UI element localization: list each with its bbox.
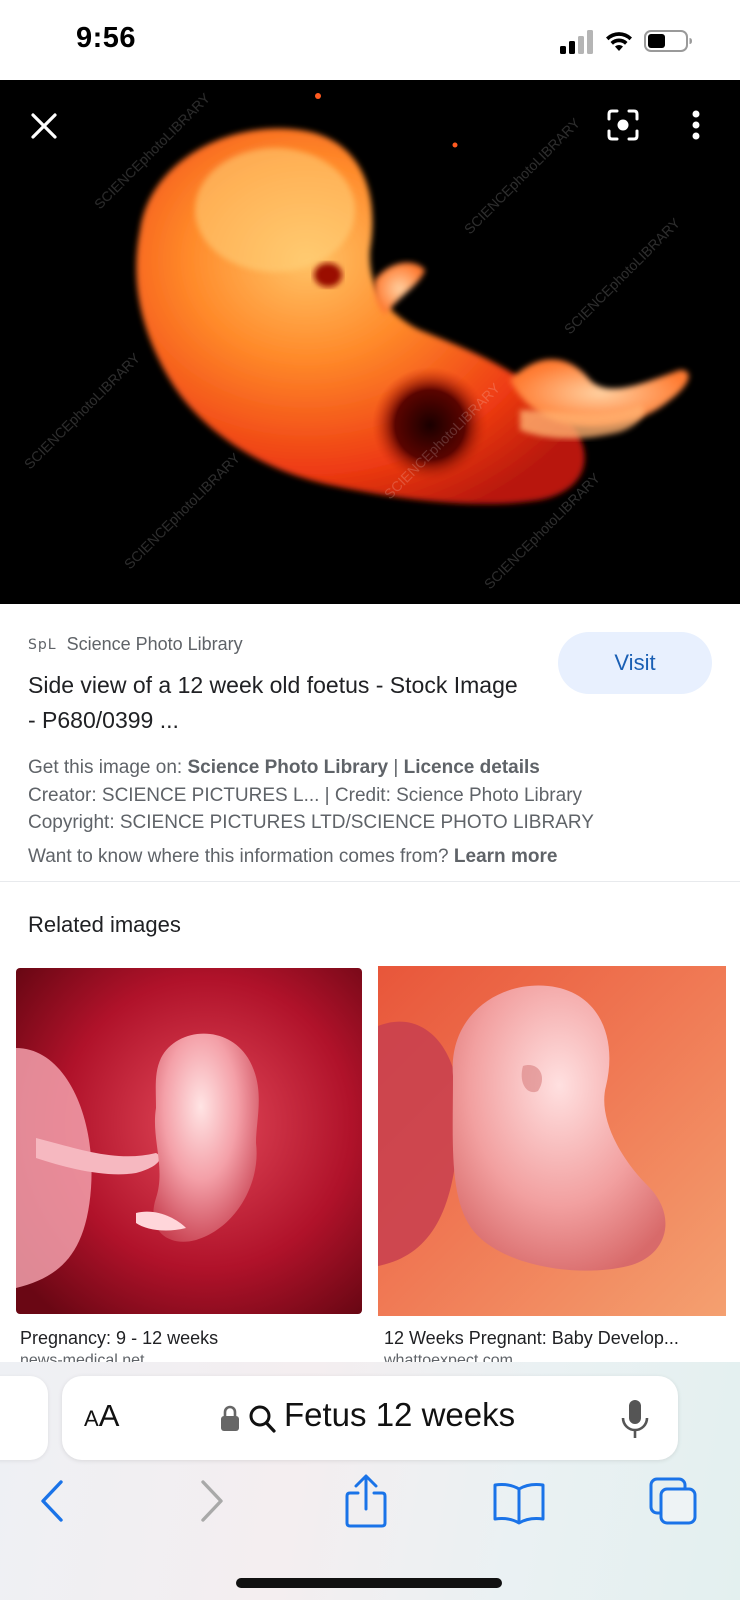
close-button[interactable]	[22, 104, 66, 148]
image-title[interactable]: Side view of a 12 week old foetus - Stoc…	[28, 668, 528, 738]
tabs-button[interactable]	[646, 1474, 700, 1528]
get-image-source-link[interactable]: Science Photo Library	[187, 757, 388, 778]
copyright-line: Copyright: SCIENCE PICTURES LTD/SCIENCE …	[28, 812, 594, 833]
bookmarks-button[interactable]	[490, 1478, 548, 1528]
tabs-icon	[649, 1477, 697, 1525]
previous-tab-peek[interactable]	[0, 1376, 48, 1460]
related-image-1[interactable]	[16, 968, 362, 1314]
source-logo: SpL	[28, 636, 57, 653]
google-lens-icon	[607, 109, 639, 141]
related-thumbnail-2	[378, 966, 726, 1316]
search-icon	[249, 1405, 276, 1433]
text-size-button[interactable]: AA	[84, 1398, 119, 1434]
forward-button[interactable]	[190, 1474, 234, 1528]
battery-icon	[644, 30, 692, 52]
image-metadata: Get this image on: Science Photo Library…	[28, 754, 728, 870]
get-image-line: Get this image on: Science Photo Library…	[28, 754, 728, 782]
creator-line: Creator: SCIENCE PICTURES L... | Credit:…	[28, 784, 583, 806]
related-caption-1[interactable]: Pregnancy: 9 - 12 weeks	[20, 1328, 218, 1349]
share-icon	[345, 1474, 387, 1528]
image-info-panel: SpL Science Photo Library Visit Side vie…	[0, 604, 740, 882]
cellular-signal-icon	[560, 30, 593, 54]
source-row[interactable]: SpL Science Photo Library	[28, 634, 243, 655]
google-lens-button[interactable]	[600, 102, 646, 148]
microphone-icon[interactable]	[620, 1398, 650, 1440]
related-image-2[interactable]	[378, 966, 726, 1316]
image-viewer[interactable]: SCIENCEphotoLIBRARY SCIENCEphotoLIBRARY …	[0, 80, 740, 604]
status-time: 9:56	[76, 22, 137, 54]
info-source-line: Want to know where this information come…	[28, 843, 728, 871]
learn-more-link[interactable]: Learn more	[454, 846, 557, 867]
close-icon	[31, 113, 57, 139]
wifi-icon	[606, 32, 632, 51]
source-name[interactable]: Science Photo Library	[67, 634, 243, 655]
status-bar: 9:56	[0, 0, 740, 80]
text-size-large-a: A	[98, 1398, 120, 1433]
get-image-prefix: Get this image on:	[28, 757, 183, 778]
visit-button[interactable]: Visit	[558, 632, 712, 694]
related-thumbnail-1	[16, 968, 362, 1314]
related-images-heading: Related images	[28, 912, 181, 937]
home-indicator	[236, 1578, 502, 1588]
more-vert-icon	[692, 110, 700, 140]
lock-icon	[221, 1405, 239, 1431]
separator: |	[393, 757, 399, 778]
share-button[interactable]	[340, 1470, 392, 1532]
related-caption-2[interactable]: 12 Weeks Pregnant: Baby Develop...	[384, 1328, 679, 1349]
more-options-button[interactable]	[676, 102, 716, 148]
text-size-small-a: A	[84, 1406, 99, 1431]
main-image: SCIENCEphotoLIBRARY SCIENCEphotoLIBRARY …	[0, 80, 740, 604]
chevron-left-icon	[41, 1480, 63, 1522]
back-button[interactable]	[30, 1474, 74, 1528]
licence-details-link[interactable]: Licence details	[404, 757, 540, 778]
url-field[interactable]: Fetus 12 weeks	[284, 1396, 515, 1434]
chevron-right-icon	[201, 1480, 223, 1522]
book-icon	[493, 1483, 545, 1525]
info-question: Want to know where this information come…	[28, 845, 449, 867]
